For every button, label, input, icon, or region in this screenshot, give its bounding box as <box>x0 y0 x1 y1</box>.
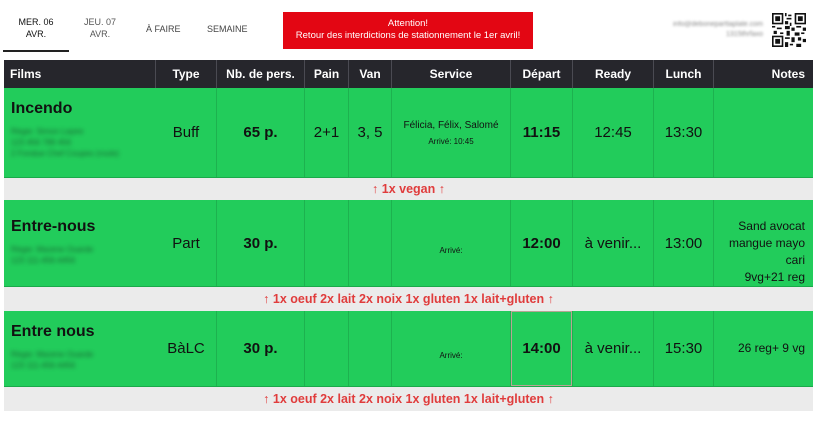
alert-message: Retour des interdictions de stationnemen… <box>295 30 521 41</box>
arrival-time: Arrivé: 10:45 <box>428 136 474 146</box>
note-line: cari <box>785 253 805 267</box>
people-cell: 30 p. <box>217 200 305 286</box>
note-line: Sand avocat <box>738 219 805 233</box>
service-cell: Arrivé: <box>392 200 511 286</box>
service-cell: Arrivé: <box>392 311 511 386</box>
depart-cell: 12:00 <box>511 200 573 286</box>
ready-cell: à venir... <box>573 200 654 286</box>
bread-cell <box>305 200 349 286</box>
film-contact-info: Régie: Maxime Ouarde 123 111-456-4456 <box>11 350 94 370</box>
table-row[interactable]: Incendo Régie: Simon Lepire 123 456 789 4… <box>4 88 813 178</box>
col-van: Van <box>349 60 392 88</box>
table-row[interactable]: Entre nous Régie: Maxime Ouarde 123 111-4… <box>4 311 813 387</box>
type-cell: Part <box>156 200 217 286</box>
tab-a-faire[interactable]: À FAIRE <box>146 24 181 34</box>
col-lunch: Lunch <box>654 60 714 88</box>
qr-code-icon <box>772 13 806 47</box>
arrival-time: Arrivé: <box>439 351 463 360</box>
tab-day: MER. 06 <box>18 17 54 27</box>
note-line: 9vg+21 reg <box>744 270 805 284</box>
col-type: Type <box>156 60 217 88</box>
people-cell: 30 p. <box>217 311 305 386</box>
ready-cell: à venir... <box>573 311 654 386</box>
schedule-table: Films Type Nb. de pers. Pain Van Service… <box>4 60 813 411</box>
bread-cell <box>305 311 349 386</box>
ready-cell: 12:45 <box>573 88 654 177</box>
dietary-note-band: ↑ 1x oeuf 2x lait 2x noix 1x gluten 1x l… <box>4 287 813 311</box>
type-cell: Buff <box>156 88 217 177</box>
note-line: mangue mayo <box>728 236 805 250</box>
alert-title: Attention! <box>387 18 429 29</box>
people-cell: 65 p. <box>217 88 305 177</box>
top-bar: MER. 06 AVR. JEU. 07 AVR. À FAIRE SEMAIN… <box>0 0 813 58</box>
van-cell: 3, 5 <box>349 88 392 177</box>
lunch-cell: 13:30 <box>654 88 714 177</box>
tab-date: AVR. <box>89 29 111 39</box>
depart-cell[interactable]: 14:00 <box>511 311 573 386</box>
col-films: Films <box>4 60 156 88</box>
service-cell: Félicia, Félix, Salomé Arrivé: 10:45 <box>392 88 511 177</box>
dietary-note-band: ↑ 1x oeuf 2x lait 2x noix 1x gluten 1x l… <box>4 387 813 411</box>
active-tab-indicator <box>3 50 69 52</box>
film-title: Entre nous <box>11 323 95 340</box>
tab-day: JEU. 07 <box>83 17 116 27</box>
dietary-note-band: ↑ 1x vegan ↑ <box>4 178 813 200</box>
col-pain: Pain <box>305 60 349 88</box>
film-contact-info: Régie: Simon Lepire 123 456 789 456 2 Fond… <box>11 127 120 158</box>
depart-cell: 11:15 <box>511 88 573 177</box>
type-cell: BàLC <box>156 311 217 386</box>
col-service: Service <box>392 60 511 88</box>
contact-info: info@deboneparttaplate.com 1315thrfaxo <box>673 20 763 40</box>
tab-jeu-07[interactable]: JEU. 07 AVR. <box>68 16 132 40</box>
service-staff: Félicia, Félix, Salomé <box>403 119 499 131</box>
table-row[interactable]: Entre-nous Régie: Maxime Ouarde 123 111-4… <box>4 200 813 287</box>
film-contact-info: Régie: Maxime Ouarde 123 111-456-4456 <box>11 245 94 265</box>
bread-cell: 2+1 <box>305 88 349 177</box>
film-title: Incendo <box>11 100 73 117</box>
notes-cell: Sand avocat mangue mayo cari 9vg+21 reg <box>714 200 813 286</box>
contact-phone: 1315thrfaxo <box>726 31 763 38</box>
tab-semaine[interactable]: SEMAINE <box>207 24 248 34</box>
tab-mer-06[interactable]: MER. 06 AVR. <box>4 16 68 40</box>
van-cell <box>349 200 392 286</box>
col-notes: Notes <box>771 67 805 81</box>
col-depart: Départ <box>511 60 573 88</box>
table-header: Films Type Nb. de pers. Pain Van Service… <box>4 60 813 88</box>
col-ready: Ready <box>573 60 654 88</box>
parking-alert-banner: Attention! Retour des interdictions de s… <box>283 12 533 49</box>
tab-date: AVR. <box>25 29 47 39</box>
lunch-cell: 13:00 <box>654 200 714 286</box>
film-title: Entre-nous <box>11 218 96 235</box>
notes-cell <box>714 88 813 177</box>
van-cell <box>349 311 392 386</box>
lunch-cell: 15:30 <box>654 311 714 386</box>
contact-email: info@deboneparttaplate.com <box>673 21 763 28</box>
arrival-time: Arrivé: <box>439 245 463 255</box>
notes-cell: 26 reg+ 9 vg <box>737 341 805 355</box>
col-nb-pers: Nb. de pers. <box>217 60 305 88</box>
